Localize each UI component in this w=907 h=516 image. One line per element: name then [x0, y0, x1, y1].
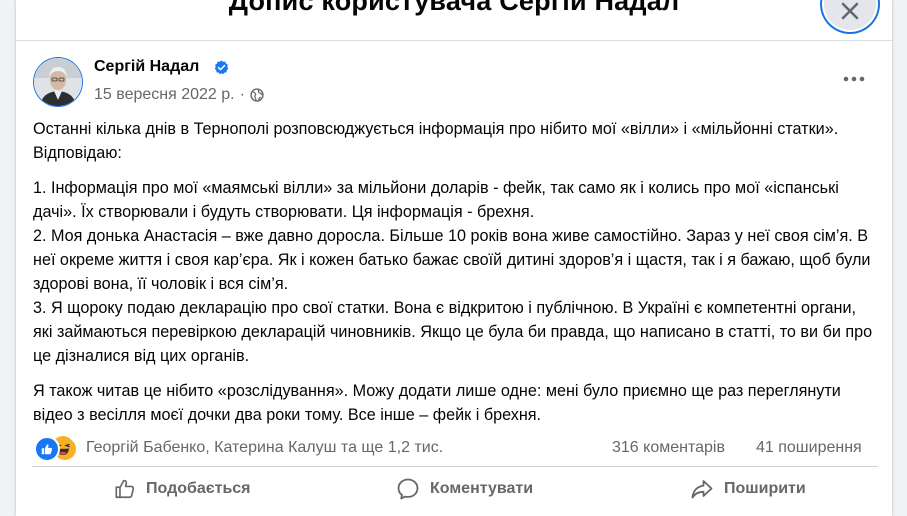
globe-icon — [250, 88, 264, 102]
reactions-bar: Георгій Бабенко, Катерина Калуш та ще 1,… — [32, 434, 878, 464]
like-reaction-icon — [34, 436, 60, 462]
more-icon — [843, 76, 865, 82]
reactions-summary[interactable]: Георгій Бабенко, Катерина Калуш та ще 1,… — [86, 439, 443, 457]
share-button[interactable]: Поширити — [690, 471, 806, 507]
dialog-title: Допис користувача Сергій Надал — [228, 0, 680, 16]
post-date[interactable]: 15 вересня 2022 р. — [94, 86, 235, 104]
meta-separator: · — [239, 86, 245, 103]
post-header: Сергій Надал 15 вересня 2022 р. · — [16, 54, 892, 114]
comments-count[interactable]: 316 коментарів — [612, 439, 725, 457]
shares-count[interactable]: 41 поширення — [756, 439, 862, 457]
comment-icon — [397, 478, 419, 500]
comment-button[interactable]: Коментувати — [396, 471, 533, 507]
reaction-icons[interactable] — [34, 436, 78, 462]
dialog-header: Допис користувача Сергій Надал — [16, 0, 892, 41]
verified-badge-icon — [214, 60, 229, 75]
post-body: Останні кілька днів в Тернополі розповсю… — [33, 117, 879, 438]
post-dialog: Допис користувача Сергій Надал Сергій На… — [16, 0, 892, 516]
actions-bar: Подобається Коментувати Поширити — [32, 466, 878, 511]
post-meta: 15 вересня 2022 р. · — [94, 86, 264, 104]
close-icon — [841, 2, 859, 20]
post-paragraph-closing: Я також читав це нібито «розслідування».… — [33, 382, 841, 424]
author-name[interactable]: Сергій Надал — [94, 58, 199, 76]
share-label: Поширити — [724, 480, 806, 497]
close-button[interactable] — [824, 0, 876, 30]
share-icon — [691, 480, 713, 499]
like-label: Подобається — [146, 480, 251, 497]
post-paragraph-list: 1. Інформація про мої «маямські вілли» з… — [33, 179, 873, 365]
comment-label: Коментувати — [430, 480, 534, 497]
post-paragraph-intro: Останні кілька днів в Тернополі розповсю… — [33, 120, 839, 162]
avatar[interactable] — [34, 58, 82, 106]
like-button[interactable]: Подобається — [114, 471, 251, 507]
more-options-button[interactable] — [836, 66, 872, 92]
thumbs-up-icon — [115, 479, 135, 499]
